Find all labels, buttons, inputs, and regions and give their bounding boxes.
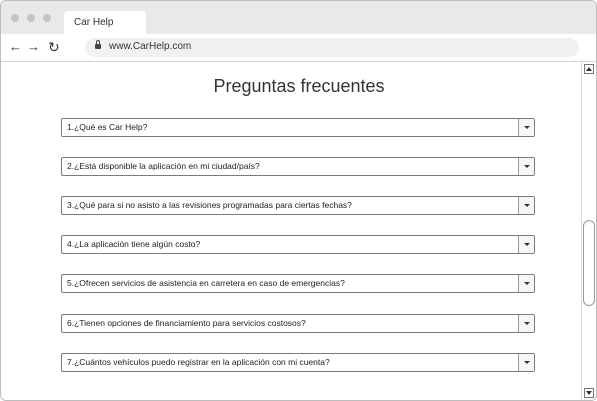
faq-question: 2.¿Está disponible la aplicación en mi c… xyxy=(67,161,260,171)
address-bar[interactable]: www.CarHelp.com xyxy=(85,38,579,57)
reload-icon[interactable]: ↻ xyxy=(48,39,60,55)
faq-item[interactable]: 5.¿Ofrecen servicios de asistencia en ca… xyxy=(61,274,535,293)
chevron-down-icon[interactable] xyxy=(518,158,534,175)
chevron-down-icon[interactable] xyxy=(518,315,534,332)
faq-item[interactable]: 1.¿Qué es Car Help? xyxy=(61,118,535,137)
browser-tab-title: Car Help xyxy=(74,17,114,28)
scroll-up-icon[interactable] xyxy=(584,64,594,74)
faq-question: 3.¿Qué para si no asisto a las revisione… xyxy=(67,200,352,210)
back-icon[interactable]: ← xyxy=(9,39,22,55)
vertical-scrollbar[interactable] xyxy=(581,62,596,400)
window-control-dot[interactable] xyxy=(27,14,35,22)
chevron-down-icon[interactable] xyxy=(518,236,534,253)
faq-item[interactable]: 2.¿Está disponible la aplicación en mi c… xyxy=(61,157,535,176)
faq-item[interactable]: 7.¿Cuántos vehículos puedo registrar en … xyxy=(61,353,535,372)
browser-window: Car Help ← → ↻ www.CarHelp.com Preguntas… xyxy=(0,0,597,401)
scroll-down-icon[interactable] xyxy=(584,388,594,398)
window-control-dot[interactable] xyxy=(11,14,19,22)
chevron-down-icon[interactable] xyxy=(518,275,534,292)
window-control-dot[interactable] xyxy=(43,14,51,22)
faq-question: 1.¿Qué es Car Help? xyxy=(67,122,148,132)
chevron-down-icon[interactable] xyxy=(518,197,534,214)
faq-item[interactable]: 4.¿La aplicación tiene algún costo? xyxy=(61,235,535,254)
faq-question: 4.¿La aplicación tiene algún costo? xyxy=(67,239,201,249)
faq-item[interactable]: 3.¿Qué para si no asisto a las revisione… xyxy=(61,196,535,215)
faq-item[interactable]: 6.¿Tienen opciones de financiamiento par… xyxy=(61,314,535,333)
faq-question: 6.¿Tienen opciones de financiamiento par… xyxy=(67,318,306,328)
page-title: Preguntas frecuentes xyxy=(213,76,385,96)
page-content: Preguntas frecuentes 1.¿Qué es Car Help?… xyxy=(1,62,581,400)
chevron-down-icon[interactable] xyxy=(518,354,534,371)
lock-icon xyxy=(95,40,101,49)
forward-icon[interactable]: → xyxy=(27,39,40,55)
browser-titlebar: Car Help xyxy=(1,1,596,34)
url-text: www.CarHelp.com xyxy=(109,41,192,52)
browser-tab[interactable]: Car Help xyxy=(64,11,146,34)
chevron-down-icon[interactable] xyxy=(518,119,534,136)
browser-navbar: ← → ↻ www.CarHelp.com xyxy=(1,34,596,62)
faq-question: 5.¿Ofrecen servicios de asistencia en ca… xyxy=(67,278,345,288)
scrollbar-thumb[interactable] xyxy=(583,220,595,306)
faq-question: 7.¿Cuántos vehículos puedo registrar en … xyxy=(67,357,330,367)
